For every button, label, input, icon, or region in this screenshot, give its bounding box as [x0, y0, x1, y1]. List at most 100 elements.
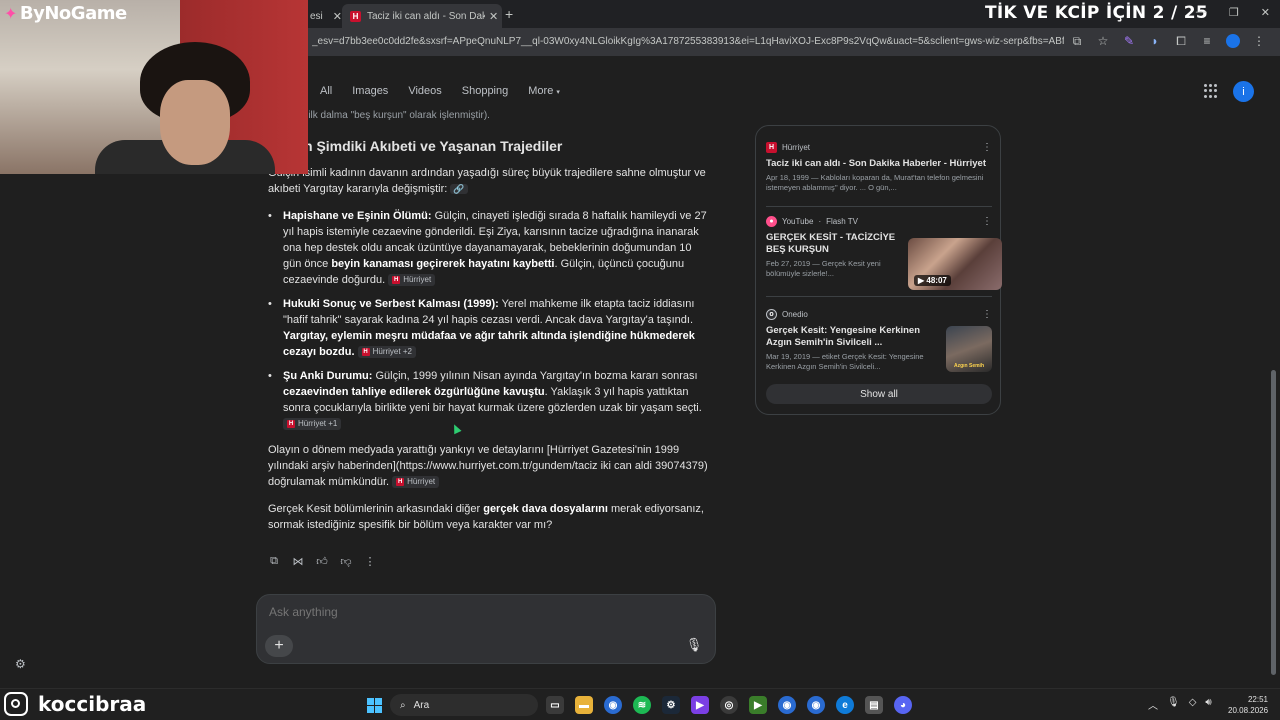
youtube-channel-icon: ● — [766, 216, 777, 227]
chrome-icon[interactable]: ◉ — [807, 696, 825, 714]
add-attachment-button[interactable]: + — [265, 635, 293, 657]
link-icon[interactable]: 🔗 — [450, 184, 468, 194]
intro-text: Gülçin isimli kadının davanın ardından y… — [268, 167, 706, 195]
menu-kebab-icon[interactable]: ⋮ — [1252, 34, 1266, 51]
source-title: Gerçek Kesit: Yengesine Kerkinen Azgın S… — [766, 325, 921, 348]
share-icon[interactable]: ⋈ — [292, 555, 304, 568]
source-site: Onedio — [782, 310, 808, 319]
extension-audio-icon[interactable]: ◗ — [1148, 34, 1162, 51]
answer-actions: ⧉ ⋈ 👍︎ 👎︎ ⋮ — [268, 555, 376, 568]
bynogame-star-icon: ✦ — [4, 4, 17, 23]
caret-down-icon: ▾ — [556, 89, 560, 96]
source-header: ● YouTube · Flash TV ⋮ — [766, 216, 992, 227]
source-chip-label: Hürriyet — [403, 275, 432, 285]
discord-icon[interactable]: ◕ — [894, 696, 912, 714]
archive-paragraph: Olayın o dönem medyada yarattığı yankıyı… — [268, 442, 708, 490]
source-title: GERÇEK KESİT - TACİZCİYE BEŞ KURŞUN — [766, 232, 896, 255]
bookmark-star-icon[interactable]: ☆ — [1096, 34, 1110, 51]
tray-network-icon[interactable]: ◇ — [1189, 697, 1197, 712]
translate-icon[interactable]: ⧉ — [1070, 34, 1084, 51]
ask-input[interactable] — [269, 605, 669, 619]
window-controls: — ❐ ✕ — [1196, 6, 1270, 19]
tray-volume-icon[interactable]: 🔊︎ — [1205, 697, 1211, 712]
media-controls-icon[interactable]: ≡ — [1200, 34, 1214, 51]
close-icon[interactable]: ✕ — [489, 10, 498, 23]
close-window-icon[interactable]: ✕ — [1261, 6, 1270, 19]
scrollbar-thumb[interactable] — [1271, 370, 1276, 675]
hurriyet-logo-icon: H — [287, 420, 295, 429]
bynogame-logo: ✦ ByNoGame — [4, 3, 127, 24]
taskbar: koccibraa ⌕ Ara ▭ ▬ ◉ ≋ ⚙ ▶ ◎ ▶ ◉ ◉ e ▤ … — [0, 688, 1280, 720]
article-thumbnail[interactable]: Azgın Semih — [946, 326, 992, 372]
source-chip[interactable]: H Hürriyet +2 — [357, 346, 416, 359]
more-options-icon[interactable]: ⋮ — [364, 555, 376, 568]
extensions-puzzle-icon[interactable]: ⧠ — [1174, 34, 1188, 51]
file-explorer-icon[interactable]: ▬ — [575, 696, 593, 714]
nav-shopping[interactable]: Shopping — [462, 85, 509, 97]
tab-active[interactable]: H Taciz iki can aldı - Son Dakika H ✕ — [342, 4, 502, 28]
sources-panel: H Hürriyet ⋮ Taciz iki can aldı - Son Da… — [755, 125, 1002, 415]
obs-icon[interactable]: ◎ — [720, 696, 738, 714]
source-site: Hürriyet — [782, 143, 811, 152]
nav-more[interactable]: More ▾ — [528, 85, 560, 97]
list-item: Hapishane ve Eşinin Ölümü: Gülçin, cinay… — [268, 208, 708, 288]
tab-active-label: Taciz iki can aldı - Son Dakika H — [367, 10, 485, 22]
source-snippet: Apr 18, 1999 — Kabloları koparan da, Mur… — [766, 173, 984, 192]
windows-start-icon[interactable] — [367, 698, 382, 713]
minimize-icon[interactable]: — — [1196, 6, 1207, 19]
google-apps-icon[interactable] — [1204, 84, 1218, 98]
more-options-icon[interactable]: ⋮ — [982, 142, 992, 153]
source-chip[interactable]: H Hürriyet — [392, 476, 440, 489]
source-chip[interactable]: H Hürriyet +1 — [283, 418, 342, 431]
tray-mic-icon[interactable]: 🎙 — [1167, 697, 1180, 712]
address-bar-icons: ⧉ ☆ ✎ ◗ ⧠ ≡ ⋮ — [1070, 34, 1266, 51]
task-view-icon[interactable]: ▭ — [546, 696, 564, 714]
clock-time: 22:51 — [1247, 695, 1268, 704]
video-editor-icon[interactable]: ▶ — [691, 696, 709, 714]
source-card-youtube[interactable]: ● YouTube · Flash TV ⋮ GERÇEK KESİT - TA… — [766, 216, 1002, 290]
hurriyet-favicon-icon: H — [350, 10, 361, 22]
more-options-icon[interactable]: ⋮ — [982, 309, 992, 320]
bullet-bold: cezaevinden tahliye edilerek özgürlüğüne… — [283, 386, 545, 398]
tab-previous[interactable]: esi ✕ — [308, 4, 342, 28]
thumbs-down-icon[interactable]: 👎︎ — [340, 555, 352, 568]
chrome-icon[interactable]: ◉ — [604, 696, 622, 714]
url-field[interactable]: _esv=d7bb3ee0c0dd2fe&sxsrf=APpeQnuNLP7__… — [312, 36, 1064, 47]
nav-images[interactable]: Images — [352, 85, 388, 97]
edge-icon[interactable]: e — [836, 696, 854, 714]
source-chip[interactable]: H Hürriyet — [388, 274, 436, 287]
source-card-onedio[interactable]: o Onedio ⋮ Gerçek Kesit: Yengesine Kerki… — [766, 309, 992, 372]
nav-all[interactable]: All — [320, 85, 332, 97]
game-launcher-icon[interactable]: ▶ — [749, 696, 767, 714]
taskbar-clock[interactable]: 22:51 20.08.2026 — [1228, 694, 1268, 716]
close-icon[interactable]: ✕ — [333, 10, 342, 23]
video-thumbnail[interactable]: ▶ 48:07 — [908, 238, 1002, 290]
thumbs-up-icon[interactable]: 👍︎ — [316, 555, 328, 568]
source-chip-label: Hürriyet +1 — [298, 419, 338, 429]
new-tab-button[interactable]: + — [505, 6, 513, 22]
steam-icon[interactable]: ⚙ — [662, 696, 680, 714]
webcam-person-face — [160, 80, 230, 165]
chrome-icon[interactable]: ◉ — [778, 696, 796, 714]
show-all-button[interactable]: Show all — [766, 384, 992, 404]
restore-icon[interactable]: ❐ — [1229, 6, 1239, 19]
extension-pen-icon[interactable]: ✎ — [1122, 34, 1136, 51]
source-card-hurriyet[interactable]: H Hürriyet ⋮ Taciz iki can aldı - Son Da… — [766, 142, 992, 193]
nav-more-label: More — [528, 85, 554, 97]
taskbar-search[interactable]: ⌕ Ara — [390, 694, 538, 716]
source-title: Taciz iki can aldı - Son Dakika Haberler… — [766, 158, 986, 169]
spotify-icon[interactable]: ≋ — [633, 696, 651, 714]
account-avatar[interactable]: i — [1233, 81, 1254, 102]
video-duration-label: 48:07 — [926, 276, 947, 285]
microphone-icon[interactable]: 🎙 — [686, 637, 703, 653]
source-chip-label: Hürriyet — [407, 477, 436, 487]
tray-chevron-up-icon[interactable]: ︿ — [1148, 697, 1158, 712]
more-options-icon[interactable]: ⋮ — [982, 216, 992, 227]
copy-icon[interactable]: ⧉ — [268, 555, 280, 567]
settings-gear-icon[interactable]: ⚙ — [15, 657, 26, 671]
app-icon[interactable]: ▤ — [865, 696, 883, 714]
instagram-icon — [4, 692, 28, 716]
nav-videos[interactable]: Videos — [408, 85, 441, 97]
thumbnail-caption: Azgın Semih — [954, 363, 985, 369]
profile-icon[interactable] — [1226, 34, 1240, 51]
